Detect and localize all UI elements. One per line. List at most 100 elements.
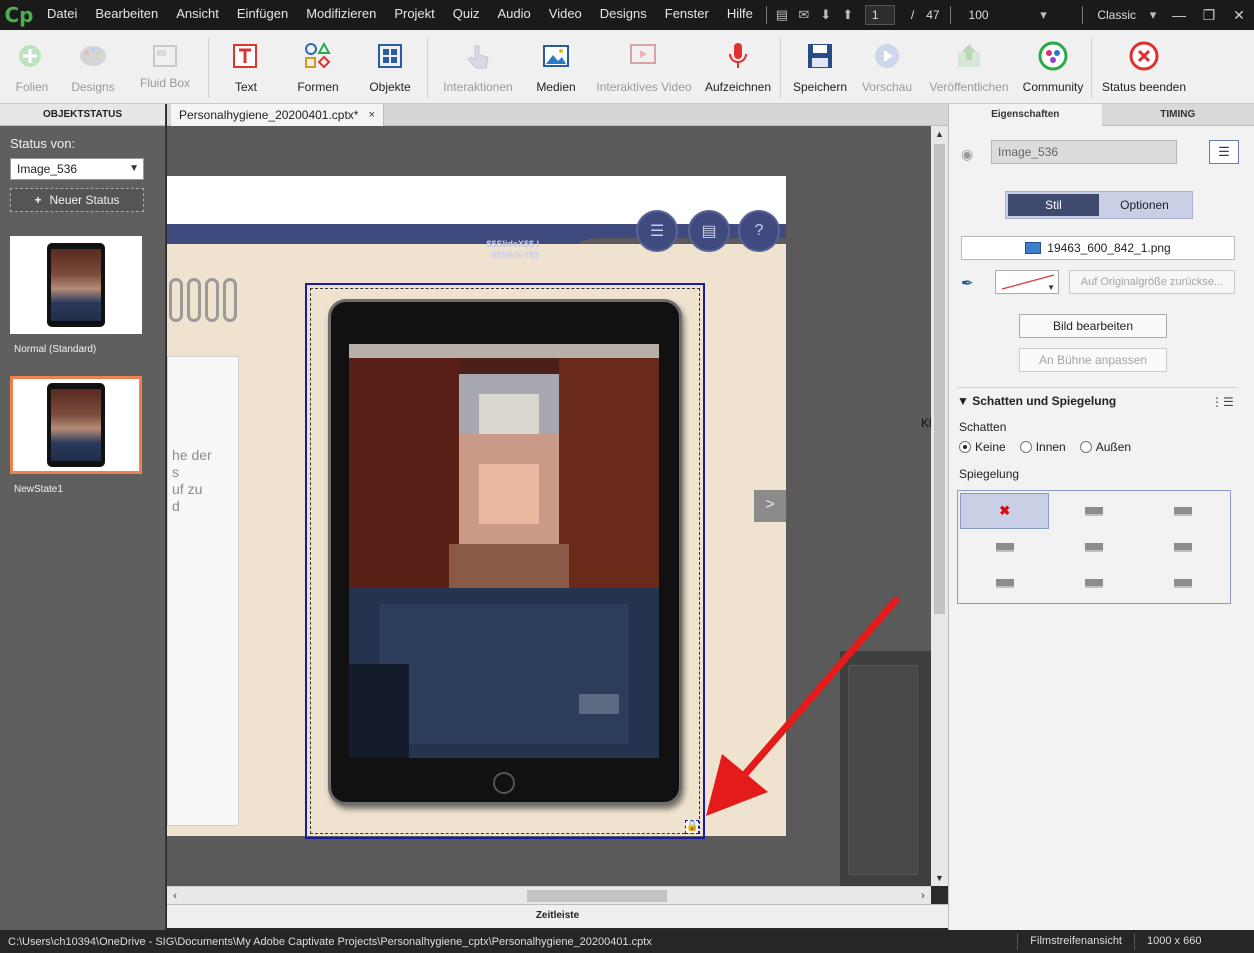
radio-unchecked-icon: [1019, 441, 1032, 453]
reflection-preset[interactable]: [1139, 529, 1228, 565]
book-icon[interactable]: ▤: [688, 210, 730, 252]
media-icon: [536, 38, 576, 74]
next-slide-button[interactable]: >: [754, 490, 786, 522]
shadow-outer-radio[interactable]: Außen: [1079, 440, 1131, 454]
objekte-button[interactable]: Objekte: [357, 30, 423, 104]
scroll-right-icon[interactable]: ›: [915, 887, 931, 905]
designs-button[interactable]: Designs: [60, 30, 126, 104]
arrow-up-icon[interactable]: ⬆: [837, 0, 859, 30]
scroll-down-icon[interactable]: ▼: [931, 870, 948, 886]
vertical-scrollbar[interactable]: ▲ ▼: [931, 126, 948, 886]
state-thumbnail-newstate1[interactable]: [10, 376, 142, 474]
zoom-dropdown-icon[interactable]: ▾: [1033, 0, 1055, 30]
mail-icon[interactable]: ✉: [793, 0, 815, 30]
text-button[interactable]: Text: [213, 30, 279, 104]
save-icon: [800, 38, 840, 74]
menu-hilfe[interactable]: Hilfe: [718, 0, 762, 30]
selected-image-object[interactable]: 🔒: [305, 283, 705, 839]
current-slide-input[interactable]: 1: [864, 5, 895, 25]
workspace-select[interactable]: Classic: [1091, 8, 1142, 22]
horizontal-scrollbar[interactable]: ‹ ›: [167, 886, 931, 904]
timeline-toggle[interactable]: Zeitleiste: [167, 904, 948, 928]
object-name-field[interactable]: Image_536: [991, 140, 1177, 164]
medien-label: Medien: [536, 80, 576, 94]
reflection-preset[interactable]: [1049, 493, 1138, 529]
eyedropper-icon[interactable]: ✒: [961, 274, 987, 294]
fit-to-stage-button[interactable]: An Bühne anpassen: [1019, 348, 1167, 372]
list-menu-icon[interactable]: ☰: [1209, 140, 1239, 164]
total-slides: 47: [926, 8, 940, 22]
menu-fenster[interactable]: Fenster: [656, 0, 718, 30]
new-state-button[interactable]: + Neuer Status: [10, 188, 144, 212]
vertical-scroll-thumb[interactable]: [934, 144, 945, 614]
menu-modifizieren[interactable]: Modifizieren: [297, 0, 385, 30]
tab-eigenschaften[interactable]: Eigenschaften: [949, 104, 1102, 126]
shadow-none-radio[interactable]: Keine: [959, 440, 1006, 454]
new-state-label: Neuer Status: [49, 193, 120, 207]
stroke-style-select[interactable]: ▼: [995, 270, 1059, 294]
slide-stage[interactable]: $$SlideX$$ | $$SlideY$$ ☰ ▤ ? he der s u…: [167, 126, 931, 886]
reflection-preset[interactable]: [1139, 565, 1228, 601]
menu-bearbeiten[interactable]: Bearbeiten: [86, 0, 167, 30]
lock-icon[interactable]: 🔒: [685, 820, 699, 834]
arrow-down-icon[interactable]: ⬇: [815, 0, 837, 30]
horizontal-scroll-thumb[interactable]: [527, 890, 667, 902]
list-icon[interactable]: ☰: [636, 210, 678, 252]
caption-icon[interactable]: ▤: [771, 0, 793, 30]
menu-datei[interactable]: Datei: [38, 0, 86, 30]
interaktives-video-button[interactable]: Interaktives Video: [588, 30, 700, 104]
medien-button[interactable]: Medien: [524, 30, 588, 104]
menu-video[interactable]: Video: [540, 0, 591, 30]
folien-button[interactable]: Folien: [4, 30, 60, 104]
scroll-left-icon[interactable]: ‹: [167, 887, 183, 905]
scroll-up-icon[interactable]: ▲: [931, 126, 948, 142]
minimize-icon[interactable]: —: [1164, 0, 1194, 30]
section-menu-icon[interactable]: ⋮☰: [1211, 395, 1234, 409]
document-tab[interactable]: Personalhygiene_20200401.cptx* ×: [171, 104, 384, 126]
style-options-segmented: Stil Optionen: [1005, 191, 1193, 219]
help-icon[interactable]: ?: [738, 210, 780, 252]
menu-projekt[interactable]: Projekt: [385, 0, 443, 30]
shadow-inner-radio[interactable]: Innen: [1019, 440, 1066, 454]
reflection-preset[interactable]: [1049, 529, 1138, 565]
tab-timing[interactable]: TIMING: [1101, 104, 1254, 126]
reflection-preset[interactable]: [960, 529, 1049, 565]
menu-separator: [1082, 6, 1084, 24]
edit-image-button[interactable]: Bild bearbeiten: [1019, 314, 1167, 338]
workspace-dropdown-icon[interactable]: ▾: [1142, 0, 1164, 30]
vorschau-button[interactable]: Vorschau: [855, 30, 919, 104]
reset-original-size-button[interactable]: Auf Originalgröße zurückse...: [1069, 270, 1235, 294]
fluid-box-button[interactable]: Fluid Box: [126, 30, 204, 104]
reflection-none-option[interactable]: ✖: [960, 493, 1050, 529]
restore-icon[interactable]: ❐: [1194, 0, 1224, 30]
reflection-preset[interactable]: [1049, 565, 1138, 601]
eye-icon[interactable]: ◉: [961, 146, 973, 163]
formen-button[interactable]: Formen: [279, 30, 357, 104]
publish-icon: [949, 38, 989, 74]
reflection-preset[interactable]: [960, 565, 1049, 601]
reflection-preset[interactable]: [1139, 493, 1228, 529]
zoom-value[interactable]: 100: [963, 8, 1033, 22]
veroeffentlichen-button[interactable]: Veröffentlichen: [919, 30, 1019, 104]
status-object-select[interactable]: Image_536 ▼: [10, 158, 144, 180]
notebook-line: uf zu: [172, 481, 203, 497]
community-button[interactable]: Community: [1019, 30, 1087, 104]
menu-audio[interactable]: Audio: [489, 0, 540, 30]
close-tab-icon[interactable]: ×: [368, 109, 374, 121]
segment-stil[interactable]: Stil: [1008, 194, 1099, 216]
status-beenden-button[interactable]: Status beenden: [1096, 30, 1192, 104]
window-close-icon[interactable]: ✕: [1224, 0, 1254, 30]
speichern-button[interactable]: Speichern: [785, 30, 855, 104]
menu-quiz[interactable]: Quiz: [444, 0, 489, 30]
segment-optionen[interactable]: Optionen: [1099, 194, 1190, 216]
menu-designs[interactable]: Designs: [591, 0, 656, 30]
properties-tabs: Eigenschaften TIMING: [949, 104, 1254, 126]
state-thumbnail-normal[interactable]: [10, 236, 142, 334]
menu-ansicht[interactable]: Ansicht: [167, 0, 228, 30]
shadow-reflection-section-header[interactable]: ▼ Schatten und Spiegelung: [957, 394, 1116, 408]
image-file-button[interactable]: 19463_600_842_1.png: [961, 236, 1235, 260]
interaktionen-button[interactable]: Interaktionen: [432, 30, 524, 104]
slide-variables-text: $$SlideX$$ | $$SlideY$$: [467, 239, 539, 261]
menu-einfuegen[interactable]: Einfügen: [228, 0, 297, 30]
aufzeichnen-button[interactable]: Aufzeichnen: [700, 30, 776, 104]
